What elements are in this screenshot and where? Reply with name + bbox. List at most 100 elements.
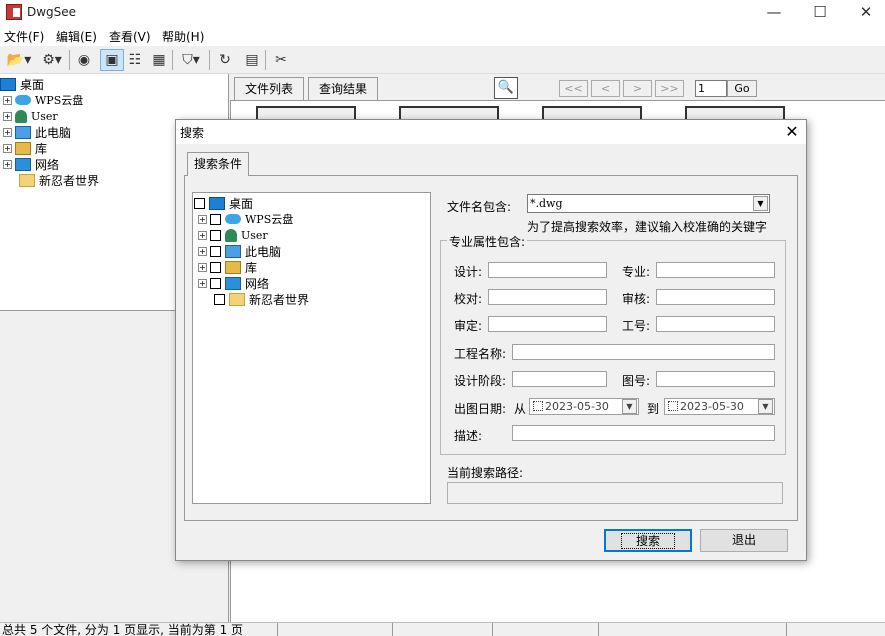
tree-root[interactable]: 桌面 [0, 76, 228, 92]
dialog-title-bar [176, 120, 806, 144]
job-no-input[interactable] [656, 316, 775, 332]
next-page-button[interactable]: > [623, 80, 652, 97]
tab-file-list[interactable]: 文件列表 [234, 77, 305, 100]
tree-checkbox[interactable] [210, 213, 221, 225]
window-title: DwgSee [27, 5, 77, 19]
job-no-label: 工号: [622, 319, 651, 333]
expand-icon[interactable]: + [3, 143, 12, 153]
tree-item[interactable]: + 网络 [194, 275, 430, 291]
tree-item[interactable]: + WPS云盘 [0, 92, 228, 108]
menu-edit[interactable]: 编辑(E) [56, 28, 97, 45]
design-stage-label: 设计阶段: [454, 374, 507, 388]
tree-root-label: 桌面 [229, 196, 254, 211]
menu-view[interactable]: 查看(V) [109, 28, 151, 45]
view-icon[interactable]: ◉ [72, 49, 96, 71]
major-input[interactable] [656, 262, 775, 278]
project-name-input[interactable] [512, 344, 775, 360]
thumbnail-view-icon[interactable]: ▣ [100, 49, 124, 71]
tree-checkbox[interactable] [210, 229, 221, 241]
date-from-checkbox[interactable] [533, 401, 543, 411]
expand-icon[interactable]: + [198, 246, 207, 256]
proof-input[interactable] [488, 289, 607, 305]
date-to-picker[interactable]: 2023-05-30 ▼ [664, 398, 775, 415]
computer-icon [225, 244, 241, 258]
approve-input[interactable] [488, 316, 607, 332]
drawing-no-input[interactable] [656, 371, 775, 387]
expand-icon[interactable]: + [198, 262, 207, 272]
tree-item-label: 新忍者世界 [39, 173, 100, 188]
design-label: 设计: [454, 265, 483, 279]
expand-icon[interactable]: + [198, 214, 207, 224]
chevron-down-icon[interactable]: ▼ [758, 399, 773, 414]
chevron-down-icon[interactable]: ▼ [753, 196, 768, 211]
tree-item[interactable]: + 库 [194, 259, 430, 275]
date-to-checkbox[interactable] [668, 401, 678, 411]
filter-dropdown-icon[interactable]: ⛉▾ [176, 49, 206, 71]
tree-checkbox[interactable] [210, 261, 221, 273]
drawing-no-label: 图号: [622, 374, 651, 388]
description-input[interactable] [512, 425, 775, 441]
properties-icon[interactable]: ▤ [240, 49, 264, 71]
review-input[interactable] [656, 289, 775, 305]
preview-search-icon[interactable]: 🔍 [494, 77, 518, 99]
maximize-button[interactable]: ☐ [797, 0, 843, 26]
filename-combo[interactable]: *.dwg ▼ [527, 194, 770, 213]
tree-item[interactable]: 新忍者世界 [194, 291, 430, 307]
list-view-icon[interactable]: ☷ [123, 49, 147, 71]
search-location-tree[interactable]: 桌面 + WPS云盘 + User + 此电脑 + 库 + 网络 新忍者世界 [192, 192, 431, 504]
first-page-button[interactable]: << [559, 80, 588, 97]
tree-checkbox[interactable] [210, 277, 221, 289]
close-button[interactable]: ✕ [843, 0, 885, 26]
design-input[interactable] [488, 262, 607, 278]
description-label: 描述: [454, 429, 483, 443]
expand-icon[interactable]: + [3, 127, 12, 137]
expand-icon[interactable]: + [3, 111, 12, 121]
desktop-icon [209, 196, 225, 210]
last-page-button[interactable]: >> [655, 80, 684, 97]
dialog-title: 搜索 [180, 126, 205, 140]
tree-root[interactable]: 桌面 [194, 195, 430, 211]
go-button[interactable]: Go [727, 80, 757, 97]
tools-icon[interactable]: ✂ [269, 49, 293, 71]
filename-value: *.dwg [530, 197, 563, 210]
tree-item[interactable]: + WPS云盘 [194, 211, 430, 227]
tree-checkbox[interactable] [210, 245, 221, 257]
project-name-label: 工程名称: [454, 347, 507, 361]
expand-icon[interactable]: + [198, 230, 207, 240]
date-from-picker[interactable]: 2023-05-30 ▼ [529, 398, 639, 415]
menu-help[interactable]: 帮助(H) [162, 28, 204, 45]
tree-checkbox[interactable] [194, 197, 205, 209]
tree-item[interactable]: + 此电脑 [194, 243, 430, 259]
expand-icon[interactable]: + [3, 159, 12, 169]
status-separator [492, 623, 493, 636]
user-icon [225, 228, 237, 242]
tree-item-label: 新忍者世界 [249, 292, 310, 307]
minimize-button[interactable]: — [751, 0, 797, 26]
expand-icon[interactable]: + [198, 278, 207, 288]
detail-view-icon[interactable]: ▦ [147, 49, 171, 71]
print-dropdown-icon[interactable]: ⚙▾ [37, 49, 67, 71]
open-dropdown-icon[interactable]: 📂▾ [4, 49, 34, 71]
tree-checkbox[interactable] [214, 293, 225, 305]
attribute-group-legend: 专业属性包含: [447, 233, 528, 250]
search-button-label: 搜索 [620, 533, 675, 549]
exit-button[interactable]: 退出 [700, 529, 788, 552]
approve-label: 审定: [454, 319, 483, 333]
tree-item[interactable]: + User [194, 227, 430, 243]
tab-search-conditions[interactable]: 搜索条件 [187, 152, 250, 176]
tree-root-label: 桌面 [20, 77, 45, 92]
date-to-label: 到 [647, 402, 660, 416]
tree-item-label: 此电脑 [245, 244, 282, 259]
page-number-input[interactable]: 1 [695, 80, 727, 97]
search-button[interactable]: 搜索 [604, 529, 692, 552]
refresh-icon[interactable]: ↻ [213, 49, 237, 71]
menu-file[interactable]: 文件(F) [4, 28, 44, 45]
toolbar-separator [265, 50, 266, 70]
tree-item-label: 此电脑 [35, 125, 72, 140]
prev-page-button[interactable]: < [591, 80, 620, 97]
chevron-down-icon[interactable]: ▼ [622, 399, 637, 414]
expand-icon[interactable]: + [3, 95, 12, 105]
tab-query-results[interactable]: 查询结果 [308, 77, 379, 100]
design-stage-input[interactable] [512, 371, 607, 387]
dialog-close-button[interactable]: ✕ [781, 121, 803, 143]
